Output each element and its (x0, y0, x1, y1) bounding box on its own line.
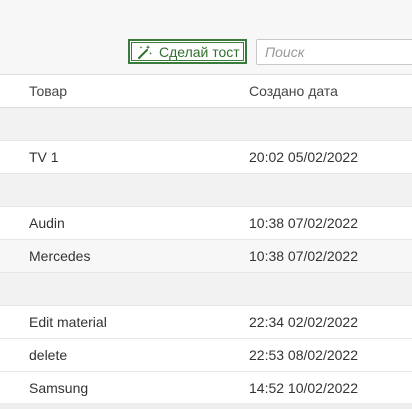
table-row[interactable]: Edit material 22:34 02/02/2022 (0, 306, 412, 339)
product-list-page: Сделай тост Товар Создано дата TV 1 20:0… (0, 0, 412, 409)
product-cell: delete (29, 347, 68, 363)
column-header-product[interactable]: Товар (29, 75, 67, 107)
table-row[interactable]: TV 1 20:02 05/02/2022 (0, 141, 412, 174)
make-toast-button[interactable]: Сделай тост (128, 39, 247, 64)
product-table: Товар Создано дата TV 1 20:02 05/02/2022… (0, 74, 412, 405)
table-footer-divider (0, 403, 412, 409)
table-header: Товар Создано дата (0, 74, 412, 108)
product-cell: TV 1 (29, 149, 59, 165)
table-row[interactable]: Mercedes 10:38 07/02/2022 (0, 240, 412, 273)
created-date-cell: 22:34 02/02/2022 (249, 314, 358, 330)
product-cell: Samsung (29, 380, 89, 396)
magic-wand-icon (137, 44, 153, 60)
column-header-created-date[interactable]: Создано дата (249, 75, 338, 107)
product-cell: Edit material (29, 314, 107, 330)
created-date-cell: 20:02 05/02/2022 (249, 149, 358, 165)
table-row[interactable]: delete 22:53 08/02/2022 (0, 339, 412, 372)
product-cell: Mercedes (29, 248, 91, 264)
created-date-cell: 14:52 10/02/2022 (249, 380, 358, 396)
group-row[interactable] (0, 174, 412, 207)
group-row[interactable] (0, 108, 412, 141)
table-row[interactable]: Samsung 14:52 10/02/2022 (0, 372, 412, 405)
make-toast-button-label: Сделай тост (159, 43, 240, 60)
table-row[interactable]: Audin 10:38 07/02/2022 (0, 207, 412, 240)
group-row[interactable] (0, 273, 412, 306)
created-date-cell: 10:38 07/02/2022 (249, 248, 358, 264)
created-date-cell: 22:53 08/02/2022 (249, 347, 358, 363)
created-date-cell: 10:38 07/02/2022 (249, 215, 358, 231)
toolbar: Сделай тост (0, 0, 412, 74)
search-input[interactable] (256, 39, 412, 65)
product-cell: Audin (29, 215, 65, 231)
